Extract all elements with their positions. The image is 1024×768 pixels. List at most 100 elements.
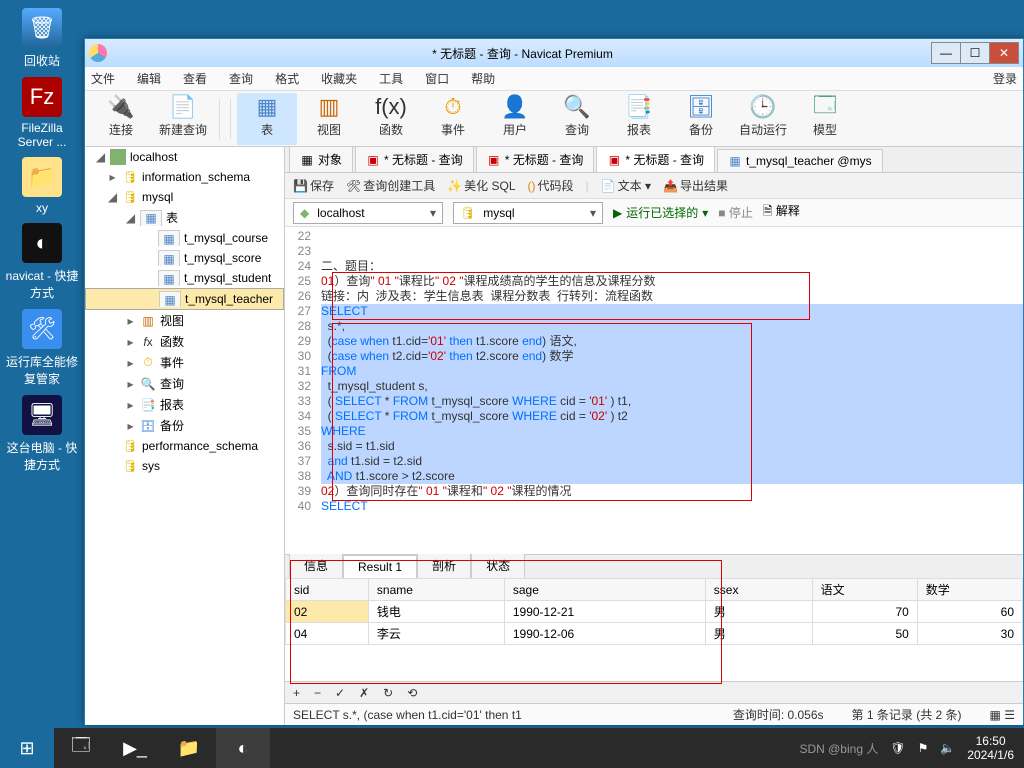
- system-tray[interactable]: SDN @bing 人 🛡 ⚑ 🔈 16:50 2024/1/6: [799, 734, 1024, 762]
- query-icon: ▣: [366, 153, 380, 167]
- taskbar-powershell[interactable]: ▶_: [108, 728, 162, 768]
- menu-format[interactable]: 格式: [275, 70, 299, 87]
- clock-time[interactable]: 16:50: [967, 734, 1014, 748]
- form-mode-icon[interactable]: ☰: [1004, 708, 1015, 722]
- grid-ctrl[interactable]: ↻: [383, 686, 393, 700]
- code-snippet-button[interactable]: ()代码段: [528, 177, 574, 194]
- desktop-recycle-bin[interactable]: 🗑回收站: [4, 8, 80, 69]
- backup-icon: 🗄: [140, 418, 156, 434]
- toolbar-find[interactable]: 🔍查询: [547, 93, 607, 145]
- taskbar-navicat[interactable]: ◐: [216, 728, 270, 768]
- toolbar-bak[interactable]: 🗄备份: [671, 93, 731, 145]
- database-select[interactable]: 🛢mysql▾: [453, 202, 603, 224]
- table-icon: ▦: [158, 270, 180, 286]
- tab-query-1[interactable]: ▣* 无标题 - 查询: [355, 147, 474, 172]
- tab-objects[interactable]: ▦对象: [289, 147, 353, 172]
- grid-ctrl[interactable]: −: [314, 686, 321, 700]
- maximize-button[interactable]: ☐: [960, 42, 990, 64]
- tree-db-mysql[interactable]: ◢🛢mysql: [85, 187, 284, 207]
- tree-events-folder[interactable]: ▸⏱事件: [85, 352, 284, 373]
- host-icon: [110, 149, 126, 165]
- tab-info[interactable]: 信息: [289, 552, 343, 578]
- desktop-runtime-repair[interactable]: 🛠运行库全能修复管家: [4, 309, 80, 387]
- grid-ctrl[interactable]: ✓: [335, 686, 345, 700]
- tree-table-student[interactable]: ▦t_mysql_student: [85, 268, 284, 288]
- titlebar[interactable]: * 无标题 - 查询 - Navicat Premium — ☐ ✕: [85, 39, 1023, 67]
- tab-query-3[interactable]: ▣* 无标题 - 查询: [596, 147, 715, 172]
- export-icon: 📤: [663, 179, 678, 193]
- minimize-button[interactable]: —: [931, 42, 961, 64]
- ev-icon: ⏱: [423, 93, 483, 121]
- desktop-folder-xy[interactable]: 📁xy: [4, 157, 80, 215]
- tray-shield-icon[interactable]: 🛡: [890, 741, 905, 755]
- grid-ctrl[interactable]: ✗: [359, 686, 369, 700]
- tree-tables-folder[interactable]: ◢▦表: [85, 207, 284, 228]
- tray-volume-icon[interactable]: 🔈: [940, 741, 955, 755]
- menu-file[interactable]: 文件: [91, 70, 115, 87]
- toolbar-usr[interactable]: 👤用户: [485, 93, 545, 145]
- toolbar-new[interactable]: 📄新建查询: [153, 93, 213, 145]
- connection-tree[interactable]: ◢ localhost ▸🛢information_schema ◢🛢mysql…: [85, 147, 285, 725]
- toolbar-table[interactable]: ▦表: [237, 93, 297, 145]
- taskbar-explorer[interactable]: 📁: [162, 728, 216, 768]
- tab-status[interactable]: 状态: [471, 552, 525, 578]
- tree-db-pschema[interactable]: 🛢performance_schema: [85, 436, 284, 456]
- toolbar-view[interactable]: ▥视图: [299, 93, 359, 145]
- tree-host[interactable]: ◢ localhost: [85, 147, 284, 167]
- menu-view[interactable]: 查看: [183, 70, 207, 87]
- desktop-navicat-shortcut[interactable]: ◐navicat - 快捷方式: [4, 223, 80, 301]
- snippet-icon: (): [528, 179, 536, 193]
- desktop-filezilla[interactable]: FzFileZilla Server ...: [4, 77, 80, 149]
- result-grid[interactable]: sidsnamesagessex语文数学02钱电1990-12-21男70600…: [285, 578, 1023, 681]
- tree-table-course[interactable]: ▦t_mysql_course: [85, 228, 284, 248]
- stop-button[interactable]: ■ 停止: [718, 204, 753, 221]
- tab-profile[interactable]: 剖析: [417, 552, 471, 578]
- tree-reports-folder[interactable]: ▸📑报表: [85, 394, 284, 415]
- task-view-button[interactable]: 🗔: [54, 728, 108, 768]
- menu-query[interactable]: 查询: [229, 70, 253, 87]
- tray-flag-icon[interactable]: ⚑: [918, 741, 929, 755]
- table-icon: ▦: [159, 291, 181, 307]
- save-button[interactable]: 💾保存: [293, 177, 334, 194]
- menu-window[interactable]: 窗口: [425, 70, 449, 87]
- toolbar-fx[interactable]: f(x)函数: [361, 93, 421, 145]
- beautify-button[interactable]: ✨美化 SQL: [447, 177, 515, 194]
- tab-query-2[interactable]: ▣* 无标题 - 查询: [476, 147, 595, 172]
- menu-tools[interactable]: 工具: [379, 70, 403, 87]
- toolbar-ev[interactable]: ⏱事件: [423, 93, 483, 145]
- menu-edit[interactable]: 编辑: [137, 70, 161, 87]
- start-button[interactable]: ⊞: [0, 728, 54, 768]
- clock-date[interactable]: 2024/1/6: [967, 748, 1014, 762]
- sql-editor[interactable]: 22232425262728293031323334353637383940二、…: [285, 227, 1023, 554]
- run-selected-button[interactable]: ▶运行已选择的 ▾: [613, 204, 708, 221]
- auto-icon: 🕒: [733, 93, 793, 121]
- grid-mode-icon[interactable]: ▦: [990, 708, 1001, 722]
- tree-db-sys[interactable]: 🛢sys: [85, 456, 284, 476]
- toolbar-plug[interactable]: 🔌连接: [91, 93, 151, 145]
- export-button[interactable]: 📤导出结果: [663, 177, 728, 194]
- menu-fav[interactable]: 收藏夹: [321, 70, 357, 87]
- login-link[interactable]: 登录: [993, 70, 1017, 87]
- close-button[interactable]: ✕: [989, 42, 1019, 64]
- tree-functions-folder[interactable]: ▸fx函数: [85, 331, 284, 352]
- tree-backups-folder[interactable]: ▸🗄备份: [85, 415, 284, 436]
- query-builder-button[interactable]: 🛠查询创建工具: [346, 177, 435, 194]
- tab-table-teacher[interactable]: ▦t_mysql_teacher @mys: [717, 149, 883, 172]
- toolbar-rep[interactable]: 📑报表: [609, 93, 669, 145]
- desktop-this-pc[interactable]: 🖥这台电脑 - 快捷方式: [4, 395, 80, 473]
- tab-result-1[interactable]: Result 1: [343, 555, 417, 578]
- grid-ctrl[interactable]: ⟲: [407, 686, 417, 700]
- explain-button[interactable]: 🗎 解释: [763, 202, 800, 223]
- tree-db-information-schema[interactable]: ▸🛢information_schema: [85, 167, 284, 187]
- tree-table-teacher[interactable]: ▦t_mysql_teacher: [85, 288, 284, 310]
- tree-views-folder[interactable]: ▸▥视图: [85, 310, 284, 331]
- menu-help[interactable]: 帮助: [471, 70, 495, 87]
- text-button[interactable]: 📄文本 ▾: [601, 177, 651, 194]
- toolbar-model[interactable]: 🗔模型: [795, 93, 855, 145]
- tree-queries-folder[interactable]: ▸🔍查询: [85, 373, 284, 394]
- tree-table-score[interactable]: ▦t_mysql_score: [85, 248, 284, 268]
- grid-ctrl[interactable]: +: [293, 686, 300, 700]
- toolbar-auto[interactable]: 🕒自动运行: [733, 93, 793, 145]
- connection-select[interactable]: ◆localhost▾: [293, 202, 443, 224]
- stop-icon: ■: [718, 206, 725, 220]
